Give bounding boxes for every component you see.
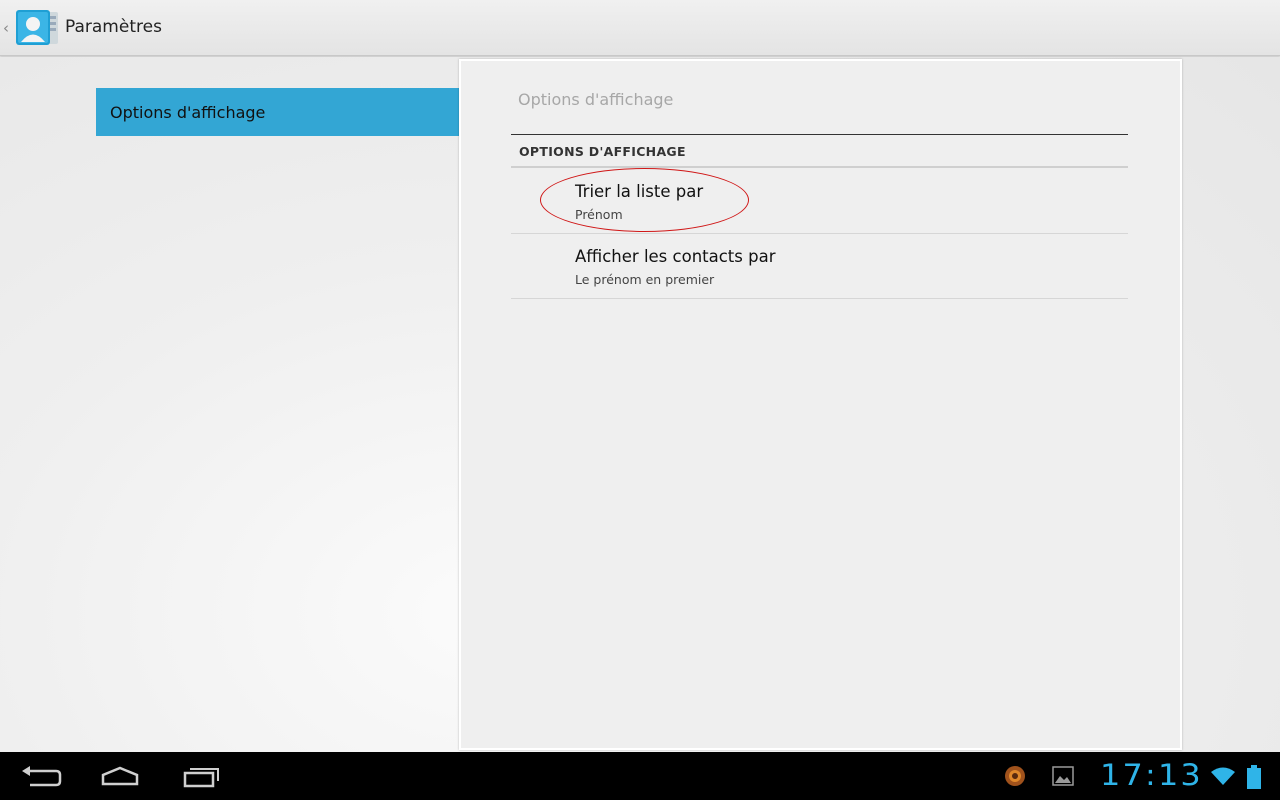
notification-app-icon[interactable] bbox=[1004, 765, 1026, 791]
preference-sort-list-by[interactable]: Trier la liste par Prénom bbox=[511, 170, 1128, 234]
category-divider bbox=[511, 166, 1128, 168]
breadcrumb-divider bbox=[511, 134, 1128, 135]
wifi-icon bbox=[1210, 766, 1236, 790]
contacts-app-icon[interactable] bbox=[14, 9, 60, 47]
preference-display-contacts-by[interactable]: Afficher les contacts par Le prénom en p… bbox=[511, 235, 1128, 299]
status-clock[interactable]: 17:13 bbox=[1100, 758, 1203, 792]
preference-summary: Le prénom en premier bbox=[575, 272, 715, 287]
preference-pane bbox=[459, 59, 1182, 750]
header-item-display-options[interactable]: Options d'affichage bbox=[96, 88, 459, 136]
preference-title: Afficher les contacts par bbox=[575, 247, 776, 266]
home-icon[interactable] bbox=[96, 760, 146, 792]
preference-summary: Prénom bbox=[575, 207, 623, 222]
up-caret-icon[interactable]: ‹ bbox=[3, 19, 9, 37]
battery-icon bbox=[1247, 765, 1261, 793]
preference-title: Trier la liste par bbox=[575, 182, 704, 201]
image-notification-icon[interactable] bbox=[1052, 765, 1074, 791]
action-bar: ‹ Paramètres bbox=[0, 0, 1280, 56]
back-icon[interactable] bbox=[16, 760, 66, 792]
recent-apps-icon[interactable] bbox=[176, 760, 226, 792]
pane-breadcrumb: Options d'affichage bbox=[518, 90, 674, 109]
header-item-label: Options d'affichage bbox=[110, 102, 266, 122]
preference-category-title: OPTIONS D'AFFICHAGE bbox=[519, 144, 686, 159]
page-title: Paramètres bbox=[65, 17, 162, 37]
system-bar: 17:13 bbox=[0, 752, 1280, 800]
